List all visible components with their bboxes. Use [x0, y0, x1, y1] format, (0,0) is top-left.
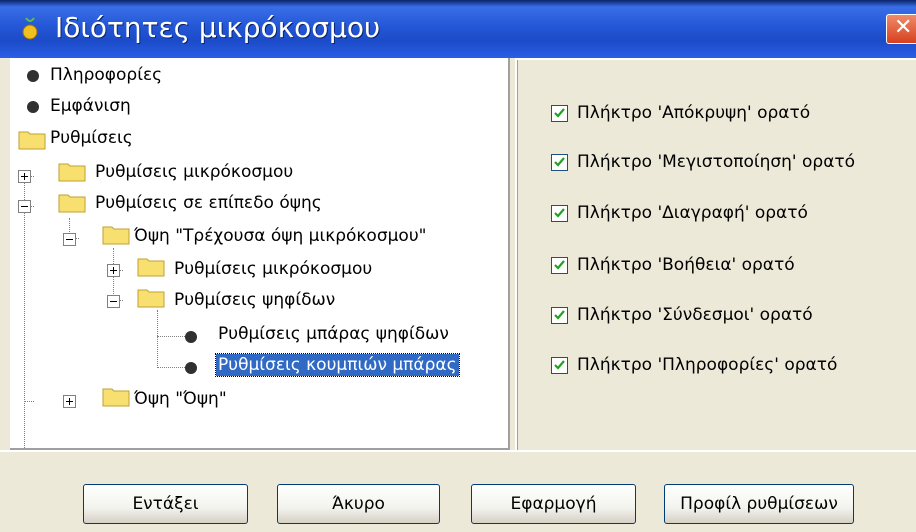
window-title: Ιδιότητες μικρόκοσμου [55, 11, 381, 44]
checkbox[interactable] [551, 307, 568, 324]
option-label: Πλήκτρο 'Απόκρυψη' ορατό [577, 103, 811, 123]
tree-bullet-icon [27, 70, 39, 82]
folder-icon [137, 289, 165, 308]
checkmark-icon [554, 360, 565, 370]
tree-connector [157, 367, 185, 368]
checkbox[interactable] [551, 257, 568, 274]
app-icon [22, 17, 38, 40]
option-label: Πλήκτρο 'Μεγιστοποίηση' ορατό [577, 152, 856, 172]
checkbox[interactable] [551, 154, 568, 171]
collapse-icon[interactable] [18, 200, 31, 213]
checkbox[interactable] [551, 105, 568, 122]
tree-item-appearance[interactable]: Εμφάνιση [50, 95, 131, 117]
checkmark-icon [554, 108, 565, 118]
tree-item-tile-bar-settings[interactable]: Ρυθμίσεις μπάρας ψηφίδων [218, 323, 449, 345]
folder-icon [58, 163, 86, 182]
option-label: Πλήκτρο 'Πληροφορίες' ορατό [577, 355, 838, 375]
checkmark-icon [554, 260, 565, 270]
tree-item-current-view[interactable]: Όψη "Τρέχουσα όψη μικρόκοσμου" [134, 225, 426, 247]
properties-dialog: Ιδιότητες μικρόκοσμου ✕ Πληροφορίες Εμφά… [0, 0, 916, 532]
collapse-icon[interactable] [63, 233, 76, 246]
tree-item-info[interactable]: Πληροφορίες [50, 64, 162, 86]
tree-item-microworld-settings[interactable]: Ρυθμίσεις μικρόκοσμου [95, 161, 293, 183]
close-icon: ✕ [894, 15, 913, 40]
title-bar[interactable]: Ιδιότητες μικρόκοσμου ✕ [0, 0, 916, 58]
apply-button[interactable]: Εφαρμογή [471, 484, 636, 524]
folder-icon [102, 226, 130, 245]
settings-tree[interactable]: Πληροφορίες Εμφάνιση Ρυθμίσεις Ρυθμίσεις… [10, 58, 510, 450]
tree-item-view[interactable]: Όψη "Όψη" [134, 388, 227, 410]
tree-item-view-level-settings[interactable]: Ρυθμίσεις σε επίπεδο όψης [95, 192, 322, 214]
tree-connector [24, 401, 34, 402]
folder-icon [102, 388, 130, 407]
option-label: Πλήκτρο 'Διαγραφή' ορατό [577, 203, 808, 223]
ok-button[interactable]: Εντάξει [83, 484, 248, 524]
expand-icon[interactable] [63, 395, 76, 408]
checkbox[interactable] [551, 205, 568, 222]
tree-bullet-icon [185, 331, 197, 343]
tree-connector [157, 310, 158, 368]
expand-icon[interactable] [107, 264, 120, 277]
close-button[interactable]: ✕ [886, 14, 916, 44]
tree-item-tile-settings[interactable]: Ρυθμίσεις ψηφίδων [174, 289, 335, 311]
cancel-button[interactable]: Άκυρο [277, 484, 440, 524]
tree-bullet-icon [185, 362, 197, 374]
folder-icon [58, 194, 86, 213]
checkmark-icon [554, 208, 565, 218]
tree-bullet-icon [27, 101, 39, 113]
tree-item-view-microworld-settings[interactable]: Ρυθμίσεις μικρόκοσμου [174, 258, 372, 280]
option-label: Πλήκτρο 'Σύνδεσμοι' ορατό [577, 305, 813, 325]
checkmark-icon [554, 157, 565, 167]
tree-connector [157, 336, 185, 337]
checkbox[interactable] [551, 357, 568, 374]
settings-profile-button[interactable]: Προφίλ ρυθμίσεων [664, 484, 854, 524]
checkmark-icon [554, 310, 565, 320]
folder-icon [137, 258, 165, 277]
tree-item-bar-buttons-settings[interactable]: Ρυθμίσεις κουμπιών μπάρας [215, 353, 460, 377]
tree-item-settings[interactable]: Ρυθμίσεις [50, 127, 133, 149]
folder-icon [18, 131, 46, 150]
expand-icon[interactable] [18, 170, 31, 183]
collapse-icon[interactable] [107, 295, 120, 308]
option-label: Πλήκτρο 'Βοήθεια' ορατό [577, 255, 795, 275]
